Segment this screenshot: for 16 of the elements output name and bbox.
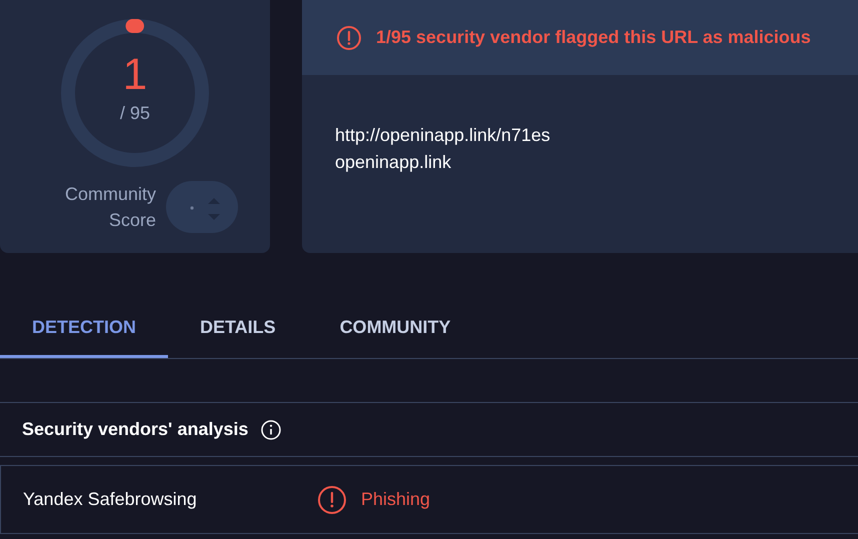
score-value: 1 xyxy=(122,50,148,98)
info-icon[interactable] xyxy=(260,418,282,440)
detection-result: Phishing xyxy=(361,489,430,510)
community-label: Score xyxy=(108,209,156,232)
alert-icon xyxy=(317,484,347,514)
alert-message: 1/95 security vendor flagged this URL as malicious xyxy=(376,27,811,48)
tab[interactable]: DETECTION xyxy=(0,300,168,358)
tab[interactable]: DETAILS xyxy=(168,300,308,358)
url-text: http://openinapp.link/n71es xyxy=(335,125,552,146)
vendor-name: Yandex Safebrowsing xyxy=(23,489,198,510)
tab[interactable]: COMMUNITY xyxy=(308,300,483,358)
alert-icon xyxy=(336,24,362,50)
community-label: Community xyxy=(64,183,156,206)
section-title: Security vendors' analysis xyxy=(22,419,248,440)
score-total: / 95 xyxy=(120,102,150,124)
domain-text: openinapp.link xyxy=(335,152,452,173)
